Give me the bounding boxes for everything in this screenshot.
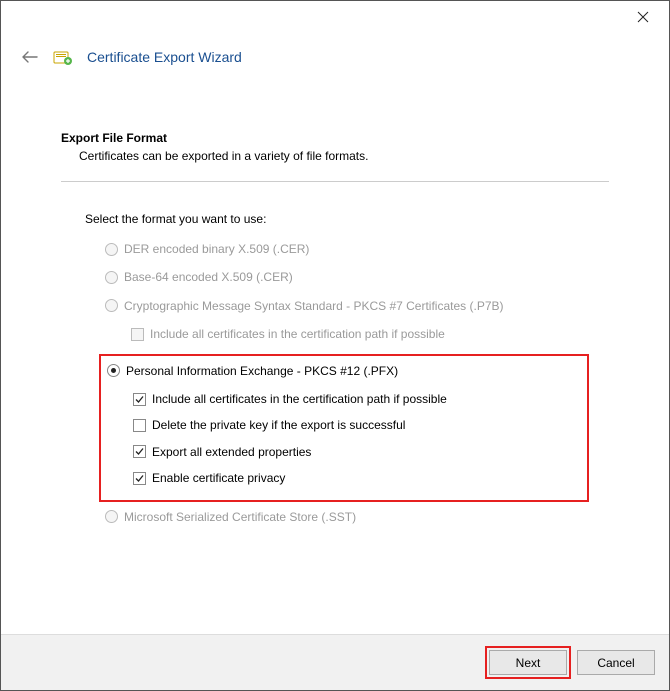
- radio-icon: [105, 271, 118, 284]
- radio-icon: [105, 299, 118, 312]
- check-p7b-include: Include all certificates in the certific…: [131, 327, 609, 341]
- check-pfx-extended[interactable]: Export all extended properties: [133, 445, 581, 459]
- checkbox-label: Enable certificate privacy: [152, 471, 285, 485]
- checkbox-icon: [131, 328, 144, 341]
- format-options: DER encoded binary X.509 (.CER) Base-64 …: [105, 242, 609, 524]
- radio-icon: [105, 510, 118, 523]
- radio-sst: Microsoft Serialized Certificate Store (…: [105, 510, 609, 524]
- pfx-highlight: Personal Information Exchange - PKCS #12…: [99, 354, 589, 502]
- titlebar: [1, 1, 669, 33]
- radio-base64: Base-64 encoded X.509 (.CER): [105, 270, 609, 284]
- back-arrow-icon[interactable]: [21, 48, 39, 66]
- radio-der: DER encoded binary X.509 (.CER): [105, 242, 609, 256]
- radio-icon: [105, 243, 118, 256]
- radio-label: Microsoft Serialized Certificate Store (…: [124, 510, 356, 524]
- wizard-title: Certificate Export Wizard: [87, 49, 242, 65]
- wizard-footer: Next Cancel: [1, 634, 669, 690]
- divider: [61, 181, 609, 182]
- checkbox-icon: [133, 445, 146, 458]
- cancel-button[interactable]: Cancel: [577, 650, 655, 675]
- wizard-header: Certificate Export Wizard: [1, 33, 669, 91]
- checkbox-icon: [133, 472, 146, 485]
- radio-label: Personal Information Exchange - PKCS #12…: [126, 364, 398, 378]
- checkbox-icon: [133, 419, 146, 432]
- close-button[interactable]: [627, 5, 659, 29]
- radio-pfx[interactable]: Personal Information Exchange - PKCS #12…: [107, 364, 581, 378]
- format-prompt: Select the format you want to use:: [85, 212, 609, 226]
- checkbox-icon: [133, 393, 146, 406]
- checkbox-label: Include all certificates in the certific…: [152, 392, 447, 406]
- checkbox-label: Export all extended properties: [152, 445, 311, 459]
- check-pfx-include[interactable]: Include all certificates in the certific…: [133, 392, 581, 406]
- section-subtext: Certificates can be exported in a variet…: [61, 149, 609, 163]
- wizard-content: Export File Format Certificates can be e…: [1, 91, 669, 634]
- check-pfx-privacy[interactable]: Enable certificate privacy: [133, 471, 581, 485]
- section-heading: Export File Format: [61, 131, 609, 145]
- wizard-window: Certificate Export Wizard Export File Fo…: [0, 0, 670, 691]
- radio-label: DER encoded binary X.509 (.CER): [124, 242, 309, 256]
- radio-icon: [107, 364, 120, 377]
- checkbox-label: Include all certificates in the certific…: [150, 327, 445, 341]
- radio-label: Cryptographic Message Syntax Standard - …: [124, 299, 504, 313]
- next-button[interactable]: Next: [489, 650, 567, 675]
- certificate-export-icon: [53, 47, 73, 67]
- checkbox-label: Delete the private key if the export is …: [152, 418, 405, 432]
- radio-p7b: Cryptographic Message Syntax Standard - …: [105, 299, 609, 313]
- radio-label: Base-64 encoded X.509 (.CER): [124, 270, 293, 284]
- check-pfx-delete[interactable]: Delete the private key if the export is …: [133, 418, 581, 432]
